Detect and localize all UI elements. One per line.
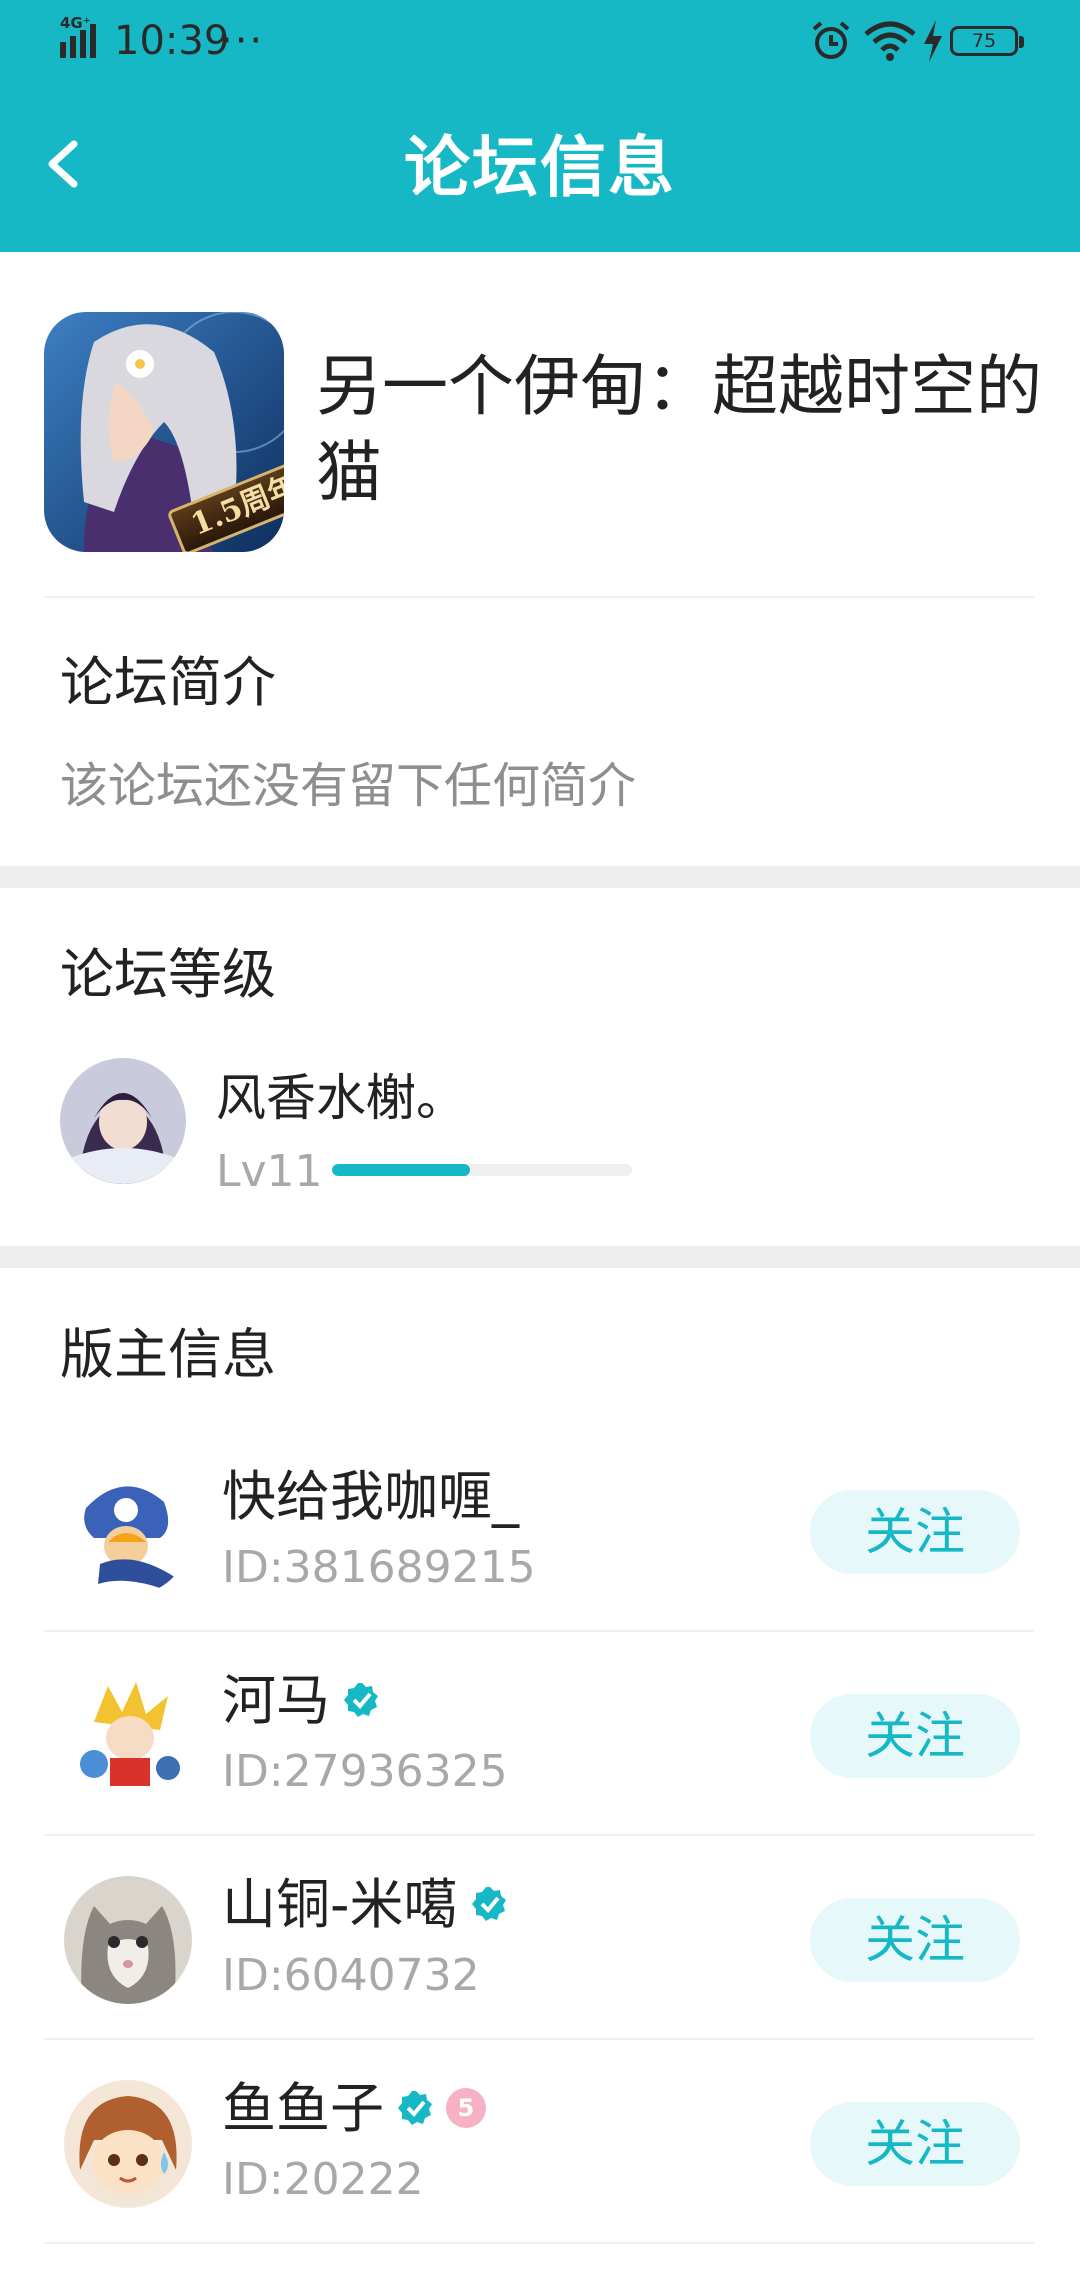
moderator-row[interactable]: 山铜-米噶 ID:6040732 关注 <box>0 1836 1080 2040</box>
moderator-id: ID:6040732 <box>222 1950 480 2001</box>
avatar[interactable] <box>64 2080 192 2208</box>
moderator-avatar-image <box>64 1468 192 1596</box>
moderator-avatar-image <box>64 2080 192 2208</box>
level-label: Lv11 <box>216 1146 323 1197</box>
user-avatar-image <box>60 1058 186 1184</box>
battery-level: 75 <box>971 30 997 52</box>
moderator-name-text: 快给我咖喱_ <box>222 1465 519 1528</box>
follow-button[interactable]: 关注 <box>810 1490 1020 1574</box>
moderator-row[interactable]: 快给我咖喱_ ID:381689215 关注 <box>0 1428 1080 1632</box>
moderator-name: 河马 <box>222 1666 380 1736</box>
moderator-id: ID:381689215 <box>222 1542 536 1593</box>
signal-icon <box>60 24 96 58</box>
moderator-avatar-image <box>64 1672 192 1800</box>
page-title: 论坛信息 <box>404 129 676 206</box>
moderator-name: 山铜-米噶 <box>222 1870 508 1940</box>
follow-button[interactable]: 关注 <box>810 1898 1020 1982</box>
section-title-moderators: 版主信息 <box>60 1323 276 1386</box>
section-title-intro: 论坛简介 <box>60 651 276 714</box>
avatar[interactable] <box>64 1876 192 2004</box>
charging-icon <box>924 20 942 62</box>
moderator-id: ID:27936325 <box>222 1746 508 1797</box>
section-title-level: 论坛等级 <box>60 943 276 1006</box>
forum-name: 另一个伊甸：超越时空的猫 <box>316 348 1042 511</box>
section-gap <box>0 866 1080 888</box>
moderator-name: 快给我咖喱_ <box>222 1462 519 1532</box>
moderator-id: ID:20222 <box>222 2154 424 2205</box>
moderator-name-text: 河马 <box>222 1669 330 1732</box>
follow-button[interactable]: 关注 <box>810 1694 1020 1778</box>
verified-badge-icon <box>344 1683 378 1718</box>
moderator-avatar-image <box>64 1876 192 2004</box>
level-progress-bar <box>332 1164 632 1176</box>
moderator-name-text: 山铜-米噶 <box>222 1873 458 1936</box>
clock-time: 10:39 <box>114 18 230 64</box>
moderator-name: 鱼鱼子 5 <box>222 2074 486 2144</box>
moderator-row[interactable]: 河马 ID:27936325 关注 <box>0 1632 1080 1836</box>
battery-icon: 75 <box>950 26 1024 56</box>
wifi-icon <box>864 21 916 61</box>
app-header: 4G⁺ 10:39 ··· 75 论坛信息 <box>0 0 1080 252</box>
forum-game-icon: 1.5周年 <box>44 312 284 552</box>
more-notifications: ··· <box>220 18 265 64</box>
level-user-name: 风香水榭。 <box>216 1069 466 1127</box>
moderator-row[interactable]: 鱼鱼子 5 ID:20222 关注 <box>0 2040 1080 2244</box>
section-gap <box>0 1246 1080 1268</box>
alarm-icon <box>812 21 850 59</box>
moderator-name-text: 鱼鱼子 <box>222 2077 384 2140</box>
avatar[interactable] <box>64 1672 192 1800</box>
status-bar: 4G⁺ 10:39 ··· 75 <box>0 0 1080 84</box>
verified-badge-icon <box>398 2091 432 2126</box>
follow-button[interactable]: 关注 <box>810 2102 1020 2186</box>
divider <box>44 2242 1034 2244</box>
avatar[interactable] <box>64 1468 192 1596</box>
divider <box>44 596 1034 598</box>
level-progress-fill <box>332 1164 470 1176</box>
verified-badge-icon <box>471 1887 506 1922</box>
level-medal-badge: 5 <box>446 2088 486 2129</box>
avatar[interactable] <box>60 1058 186 1184</box>
forum-intro-text: 该论坛还没有留下任何简介 <box>60 758 637 814</box>
